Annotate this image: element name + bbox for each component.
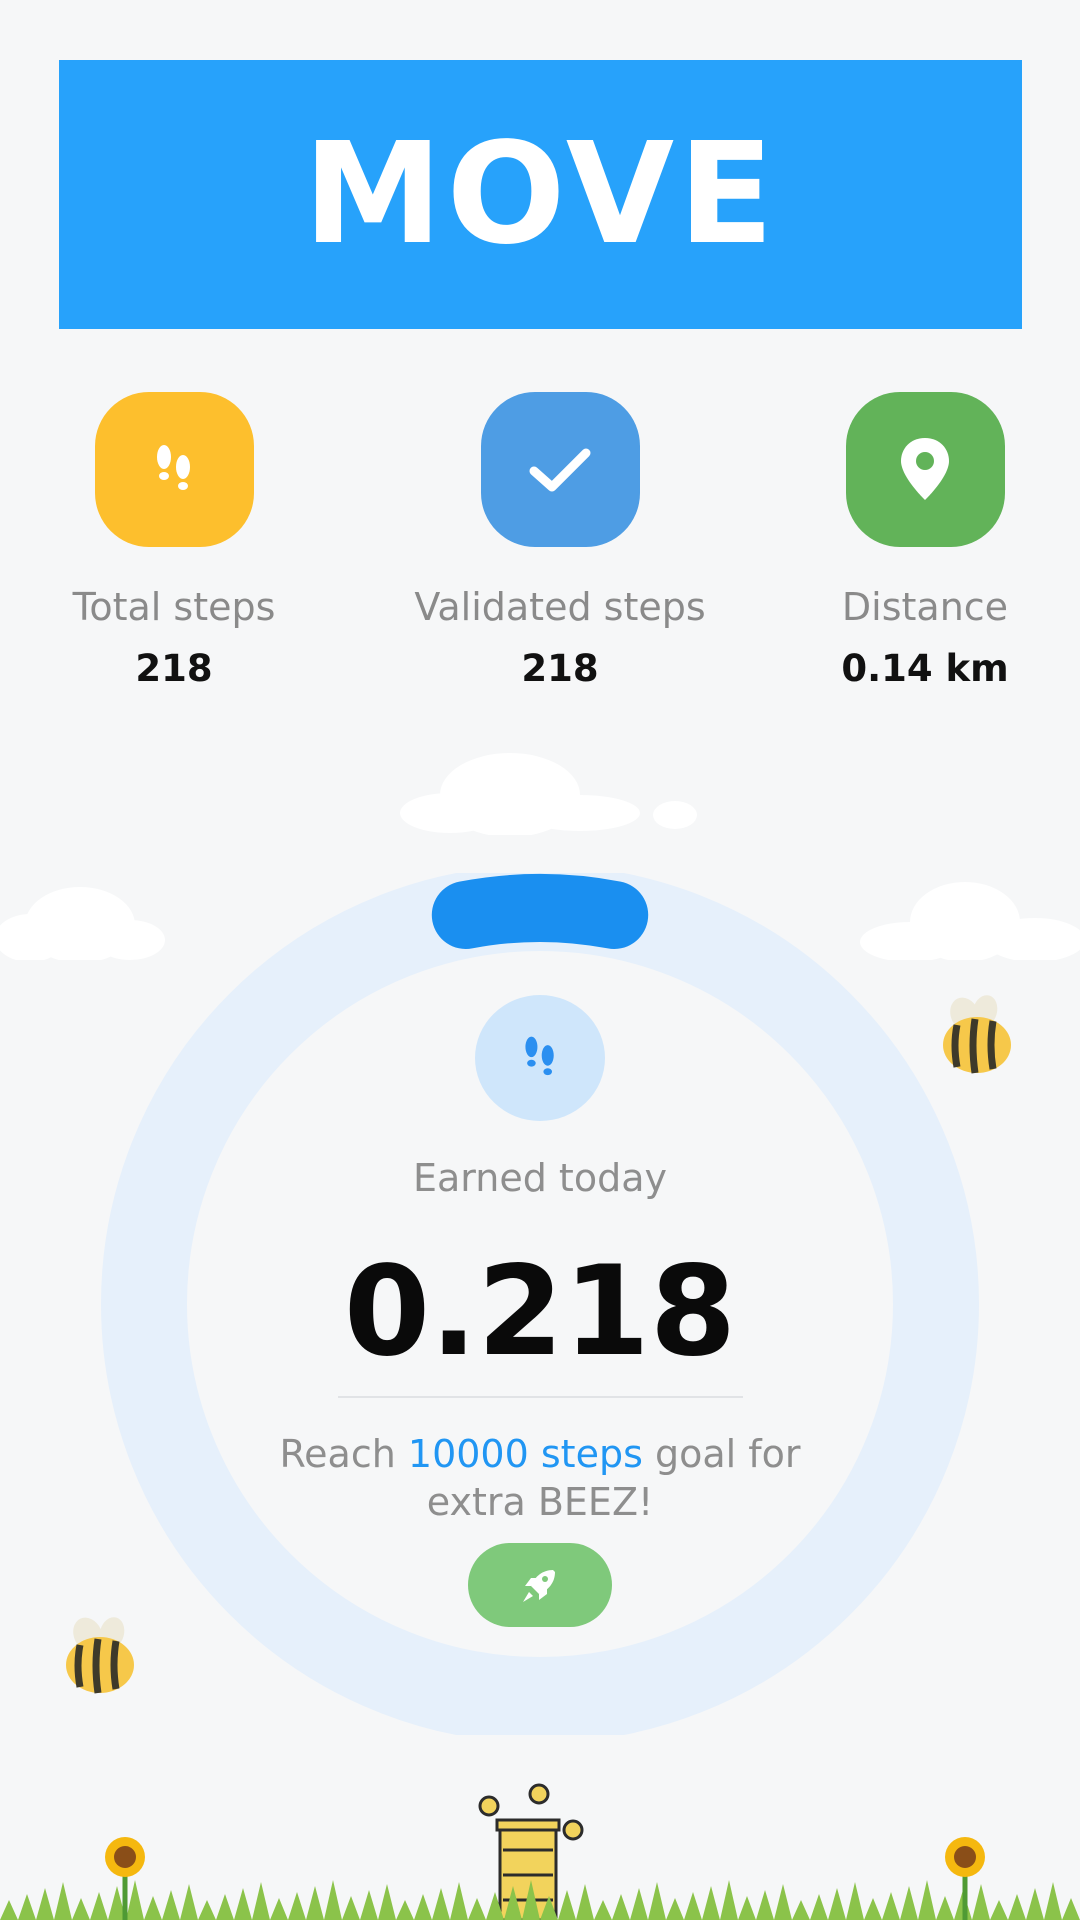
footsteps-icon bbox=[94, 392, 254, 547]
sunflower-icon bbox=[105, 1837, 145, 1920]
boost-button[interactable] bbox=[468, 1543, 612, 1627]
stat-label: Total steps bbox=[72, 585, 276, 629]
earned-value: 0.218 bbox=[343, 1240, 737, 1384]
check-icon bbox=[480, 392, 640, 547]
footsteps-icon bbox=[475, 995, 605, 1121]
goal-prefix: Reach bbox=[279, 1432, 408, 1476]
stat-label: Distance bbox=[841, 585, 1009, 629]
cloud-decoration bbox=[400, 753, 697, 835]
sunflower-icon bbox=[945, 1837, 985, 1920]
stat-total-steps: Total steps 218 bbox=[54, 392, 294, 690]
divider bbox=[338, 1396, 743, 1398]
bee-icon bbox=[66, 1617, 134, 1694]
header-banner: MOVE bbox=[59, 60, 1022, 329]
page-title: MOVE bbox=[303, 113, 778, 276]
stat-value: 0.14 km bbox=[841, 647, 1009, 690]
stat-value: 218 bbox=[135, 647, 213, 690]
stat-distance: Distance 0.14 km bbox=[805, 392, 1045, 690]
rocket-icon bbox=[523, 1570, 555, 1602]
location-pin-icon bbox=[845, 392, 1005, 547]
bee-icon bbox=[943, 995, 1011, 1074]
earned-label: Earned today bbox=[413, 1156, 667, 1200]
progress-ring-indicator bbox=[431, 874, 649, 950]
grass-ground bbox=[0, 1880, 1080, 1920]
stat-label: Validated steps bbox=[414, 585, 706, 629]
goal-steps-link[interactable]: 10000 steps bbox=[408, 1432, 643, 1476]
stat-validated-steps: Validated steps 218 bbox=[400, 392, 720, 690]
goal-message: Reach 10000 steps goal for extra BEEZ! bbox=[240, 1430, 840, 1526]
stat-value: 218 bbox=[521, 647, 599, 690]
